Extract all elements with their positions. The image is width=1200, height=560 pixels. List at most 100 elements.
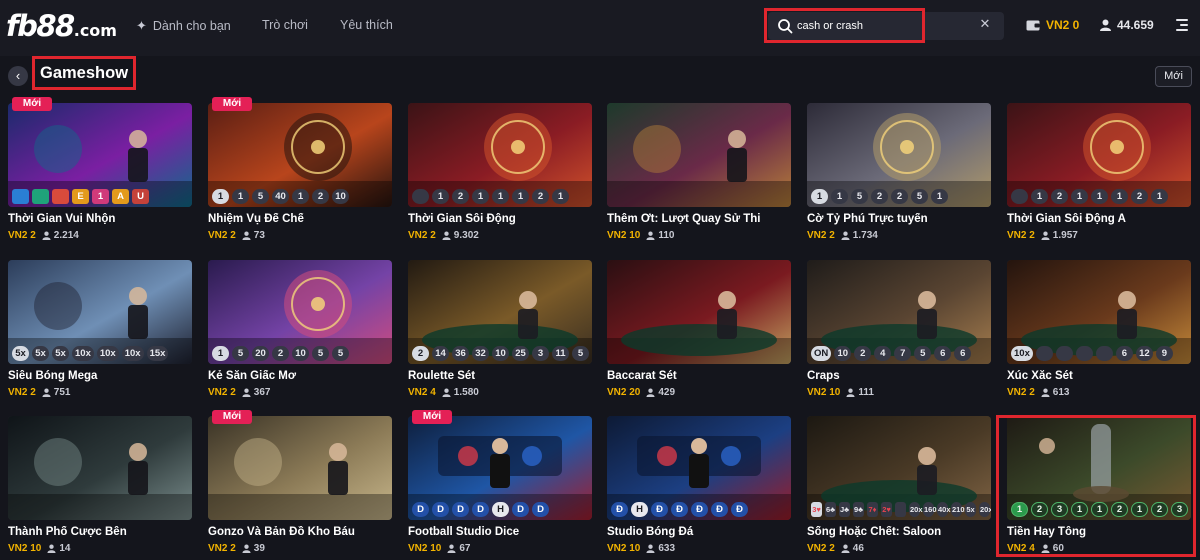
person-icon (1041, 544, 1050, 553)
game-title[interactable]: Craps (807, 370, 991, 382)
game-title[interactable]: Xúc Xắc Sét (1007, 370, 1191, 382)
game-meta: VN2 10 110 (607, 230, 675, 241)
game-thumbnail[interactable]: E1AU (8, 103, 192, 207)
game-card[interactable]: 1 2 1 1 1 2 1 Thời Gian Sôi Động A VN2 2 1.957 (1007, 103, 1191, 247)
game-title[interactable]: Football Studio Dice (408, 526, 592, 538)
game-card[interactable]: 5x 5x 5x 10x 10x 10x 15x Siêu Bóng Mega VN2 2 751 (8, 260, 192, 404)
game-title[interactable]: Thời Gian Sôi Động A (1007, 213, 1191, 225)
nav-favorites[interactable]: Yêu thích (340, 18, 393, 32)
game-thumbnail[interactable] (208, 416, 392, 520)
game-title[interactable]: Nhiệm Vụ Đế Chế (208, 213, 392, 225)
hamburger-menu-icon[interactable] (1176, 19, 1188, 31)
game-title[interactable]: Cờ Tỷ Phú Trực tuyến (807, 213, 991, 225)
person-icon (242, 231, 251, 240)
result-chip: 5x (965, 501, 976, 517)
game-title[interactable]: Thêm Ớt: Lượt Quay Sử Thi (607, 213, 791, 225)
game-title[interactable]: Thành Phố Cược Bên (8, 526, 192, 538)
game-title[interactable]: Gonzo Và Bản Đồ Kho Báu (208, 526, 392, 538)
result-chip: E (72, 188, 89, 204)
game-card[interactable]: 1 5 20 2 10 5 5 Kẻ Săn Giấc Mơ VN2 2 367 (208, 260, 392, 404)
wallet-balance[interactable]: VN2 0 (1026, 18, 1079, 32)
min-bet: VN2 10 (408, 543, 442, 554)
game-card[interactable]: 2 14 36 32 10 25 3 11 5 Roulette Sét VN2 4 1.580 (408, 260, 592, 404)
online-user-count: 44.659 (1100, 18, 1154, 32)
result-chip: 3 (532, 345, 549, 361)
search-icon (778, 19, 793, 34)
result-chip: 5 (572, 345, 589, 361)
player-count: 14 (47, 543, 70, 554)
game-thumbnail[interactable]: 1 5 20 2 10 5 5 (208, 260, 392, 364)
wallet-icon (1026, 20, 1040, 30)
game-thumbnail[interactable]: 3♥6♣J♣9♣7♦2♥20x160x40x210x5x20x70x (807, 416, 991, 520)
game-card[interactable]: Thêm Ớt: Lượt Quay Sử Thi VN2 10 110 (607, 103, 791, 247)
fb88-logo[interactable]: fb88.com (6, 11, 117, 41)
game-thumbnail[interactable] (8, 416, 192, 520)
player-count: 1.580 (442, 387, 479, 398)
game-card[interactable]: E 1 A U Mới Thời Gian Vui Nhộn VN2 2 2.214 (8, 97, 192, 247)
game-card[interactable]: 3♥6♣J♣9♣7♦2♥20x160x40x210x5x20x70x Sống H… (807, 416, 991, 560)
result-chip: 2 (412, 345, 429, 361)
game-card[interactable]: 1 2 3 1 1 2 1 2 3 Tiền Hay Tông VN2 4 60 (1007, 416, 1191, 560)
game-thumbnail[interactable]: 1211121 (408, 103, 592, 207)
game-title[interactable]: Roulette Sét (408, 370, 592, 382)
nav-for-you[interactable]: ✦ Dành cho bạn (136, 18, 231, 34)
person-icon (1041, 231, 1050, 240)
min-bet: VN2 20 (607, 387, 641, 398)
game-thumbnail[interactable]: 5x 5x 5x 10x 10x 10x 15x (8, 260, 192, 364)
game-card[interactable]: 1 1 5 40 1 2 10 Mới Nhiệm Vụ Đế Chế VN2 2 73 (208, 97, 392, 247)
game-thumbnail[interactable]: ĐHĐĐĐĐĐ (607, 416, 791, 520)
game-card[interactable]: D D D D H D D Mới Football Studio Dice VN2 10 67 (408, 410, 592, 560)
game-card[interactable]: Baccarat Sét VN2 20 429 (607, 260, 791, 404)
person-icon (242, 544, 251, 553)
game-title[interactable]: Studio Bóng Đá (607, 526, 791, 538)
game-title[interactable]: Kẻ Săn Giấc Mơ (208, 370, 392, 382)
back-button[interactable]: ‹ (8, 66, 28, 86)
game-card[interactable]: ON 10 2 4 7 5 6 6 Craps VN2 10 111 (807, 260, 991, 404)
person-icon (242, 388, 251, 397)
game-thumbnail[interactable]: 10x 6 12 9 (1007, 260, 1191, 364)
game-card[interactable]: 1 2 1 1 1 2 1 Thời Gian Sôi Động VN2 2 9.302 (408, 103, 592, 247)
game-card[interactable]: Thành Phố Cược Bên VN2 10 14 (8, 416, 192, 560)
wallet-amount: VN2 0 (1046, 18, 1080, 32)
result-chip: 5x (32, 345, 49, 361)
person-icon (646, 544, 655, 553)
user-icon (1100, 19, 1111, 31)
result-chip: 25 (512, 345, 529, 361)
person-icon (42, 231, 51, 240)
game-card[interactable]: 1 1 5 2 2 5 1 Cờ Tỷ Phú Trực tuyến VN2 2 1.734 (807, 103, 991, 247)
game-thumbnail[interactable]: 123112123 (1007, 416, 1191, 520)
nav-games[interactable]: Trò chơi (262, 18, 308, 32)
result-chip (52, 188, 69, 204)
game-thumbnail[interactable] (607, 103, 791, 207)
new-badge: Mới (212, 410, 252, 424)
result-chip: 1 (1071, 188, 1088, 204)
game-thumbnail[interactable] (607, 260, 791, 364)
game-card[interactable]: Mới Gonzo Và Bản Đồ Kho Báu VN2 2 39 (208, 410, 392, 560)
game-thumbnail[interactable]: ON 10 2 4 7 5 6 6 (807, 260, 991, 364)
user-count-value: 44.659 (1117, 18, 1154, 32)
game-title[interactable]: Sống Hoặc Chết: Saloon (807, 526, 991, 538)
min-bet: VN2 2 (807, 230, 835, 241)
game-thumbnail[interactable]: 2 14 36 32 10 25 3 11 5 (408, 260, 592, 364)
game-card[interactable]: Đ H Đ Đ Đ Đ Đ Studio Bóng Đá VN2 10 633 (607, 416, 791, 560)
game-title[interactable]: Thời Gian Sôi Động (408, 213, 592, 225)
game-thumbnail[interactable]: 1 1 5 40 1 2 10 (208, 103, 392, 207)
search-input[interactable] (797, 17, 917, 35)
sort-newest-button[interactable]: Mới (1155, 66, 1192, 87)
result-chip: 15x (146, 345, 169, 361)
recent-results: 1 1 5 40 1 2 10 (212, 188, 388, 204)
game-title[interactable]: Baccarat Sét (607, 370, 791, 382)
result-chip: 1 (1011, 501, 1028, 517)
game-thumbnail[interactable]: 1211121 (1007, 103, 1191, 207)
game-title[interactable]: Siêu Bóng Mega (8, 370, 192, 382)
game-card[interactable]: 10x 6 12 9 Xúc Xắc Sét VN2 2 613 (1007, 260, 1191, 404)
clear-search-icon[interactable]: ✕ (978, 16, 992, 34)
result-chip: 1 (831, 188, 848, 204)
result-chip (895, 501, 906, 517)
game-title[interactable]: Thời Gian Vui Nhộn (8, 213, 192, 225)
game-title[interactable]: Tiền Hay Tông (1007, 526, 1191, 538)
game-thumbnail[interactable]: 1152251 (807, 103, 991, 207)
result-chip: 12 (1135, 345, 1153, 361)
game-thumbnail[interactable]: DDDDHDD (408, 416, 592, 520)
result-chip: D (532, 501, 549, 517)
